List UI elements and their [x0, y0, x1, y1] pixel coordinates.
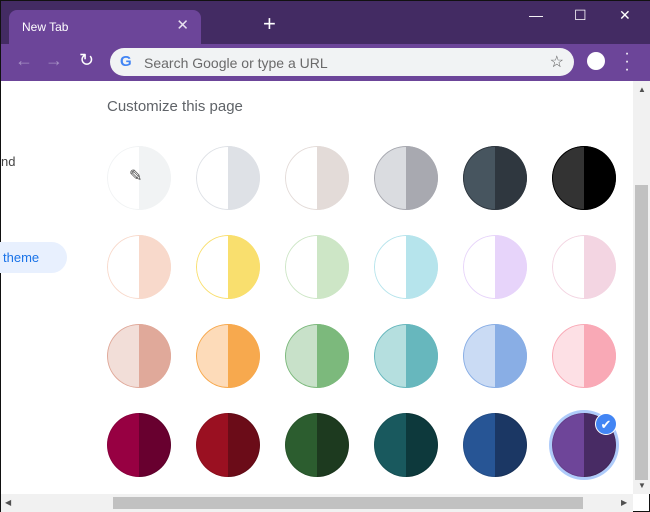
theme-swatch-dark-green[interactable] [285, 413, 349, 477]
swatch-border [285, 235, 349, 299]
horizontal-scroll-thumb[interactable] [113, 497, 583, 509]
theme-swatch-black[interactable] [552, 146, 616, 210]
swatch-border [463, 324, 527, 388]
maximize-button[interactable]: ☐ [574, 7, 587, 24]
omnibox-placeholder: Search Google or type a URL [144, 55, 328, 71]
theme-swatch-light-purple-white[interactable] [463, 235, 527, 299]
scroll-down-icon[interactable]: ▼ [638, 481, 646, 490]
swatch-border [374, 146, 438, 210]
theme-swatch-dark-pink-red[interactable] [107, 413, 171, 477]
profile-icon[interactable] [587, 52, 605, 70]
theme-swatch-pink-white[interactable] [552, 235, 616, 299]
theme-swatch-orange[interactable] [196, 324, 260, 388]
theme-swatch-custom-color-picker[interactable]: ✎ [107, 146, 171, 210]
eyedropper-icon: ✎ [129, 168, 143, 185]
swatch-border [552, 324, 616, 388]
forward-button[interactable]: → [45, 50, 63, 71]
title-bar: New Tab ✕ + — ☐ ✕ [1, 1, 650, 44]
tab-title: New Tab [22, 20, 69, 34]
theme-swatch-warm-grey[interactable] [285, 146, 349, 210]
tab-new-tab[interactable]: New Tab ✕ [9, 10, 201, 44]
swatch-border [374, 235, 438, 299]
scroll-left-icon[interactable]: ◀ [5, 498, 11, 507]
swatch-border [552, 235, 616, 299]
swatch-border [463, 146, 527, 210]
vertical-scroll-thumb[interactable] [635, 185, 648, 480]
theme-swatch-dark-blue-grey[interactable] [463, 146, 527, 210]
swatch-border [463, 235, 527, 299]
swatch-border [285, 413, 349, 477]
omnibox[interactable]: G Search Google or type a URL ☆ [110, 48, 574, 76]
swatch-border [196, 235, 260, 299]
close-window-button[interactable]: ✕ [619, 7, 631, 24]
theme-swatch-dark-blue[interactable] [463, 413, 527, 477]
swatch-border [285, 324, 349, 388]
theme-swatch-beige[interactable] [107, 324, 171, 388]
theme-swatch-light-grey[interactable] [196, 146, 260, 210]
back-button[interactable]: ← [15, 50, 33, 71]
sidebar-item-label: theme [3, 250, 40, 265]
theme-swatch-light-green[interactable] [285, 324, 349, 388]
google-icon: G [120, 53, 132, 70]
swatch-border [552, 146, 616, 210]
swatch-border [107, 235, 171, 299]
theme-swatch-beige-white[interactable] [107, 235, 171, 299]
theme-swatch-yellow-white[interactable] [196, 235, 260, 299]
theme-swatch-cool-grey[interactable] [374, 146, 438, 210]
theme-swatch-green-white[interactable] [285, 235, 349, 299]
page-title: Customize this page [107, 98, 243, 115]
horizontal-scrollbar[interactable]: ◀ ▶ [1, 494, 633, 512]
swatch-border [196, 413, 260, 477]
scroll-up-icon[interactable]: ▲ [638, 85, 646, 94]
close-tab-icon[interactable]: ✕ [176, 16, 189, 34]
swatch-border [107, 324, 171, 388]
swatch-border [463, 413, 527, 477]
theme-swatch-dark-red-orange[interactable] [196, 413, 260, 477]
vertical-scrollbar[interactable]: ▲ ▼ [633, 81, 650, 494]
bookmark-star-icon[interactable]: ☆ [550, 52, 564, 72]
sidebar-item-partial[interactable]: nd [1, 154, 15, 169]
theme-swatch-dark-teal[interactable] [374, 413, 438, 477]
sidebar-item-theme[interactable]: theme [0, 242, 67, 273]
toolbar: ← → ↻ G Search Google or type a URL ☆ · ·… [1, 44, 650, 81]
reload-button[interactable]: ↻ [79, 50, 94, 71]
swatch-border [196, 324, 260, 388]
theme-swatch-light-teal-white[interactable] [374, 235, 438, 299]
swatch-border [196, 146, 260, 210]
theme-swatch-light-teal[interactable] [374, 324, 438, 388]
minimize-button[interactable]: — [529, 7, 543, 23]
swatch-border [107, 413, 171, 477]
swatch-border [374, 413, 438, 477]
swatch-border [285, 146, 349, 210]
theme-swatch-pink[interactable] [552, 324, 616, 388]
scroll-right-icon[interactable]: ▶ [621, 498, 627, 507]
swatch-border [374, 324, 438, 388]
theme-swatch-light-blue[interactable] [463, 324, 527, 388]
selected-check-icon: ✔ [595, 413, 617, 435]
new-tab-button[interactable]: + [263, 13, 276, 35]
menu-icon[interactable]: · · · [621, 46, 633, 78]
